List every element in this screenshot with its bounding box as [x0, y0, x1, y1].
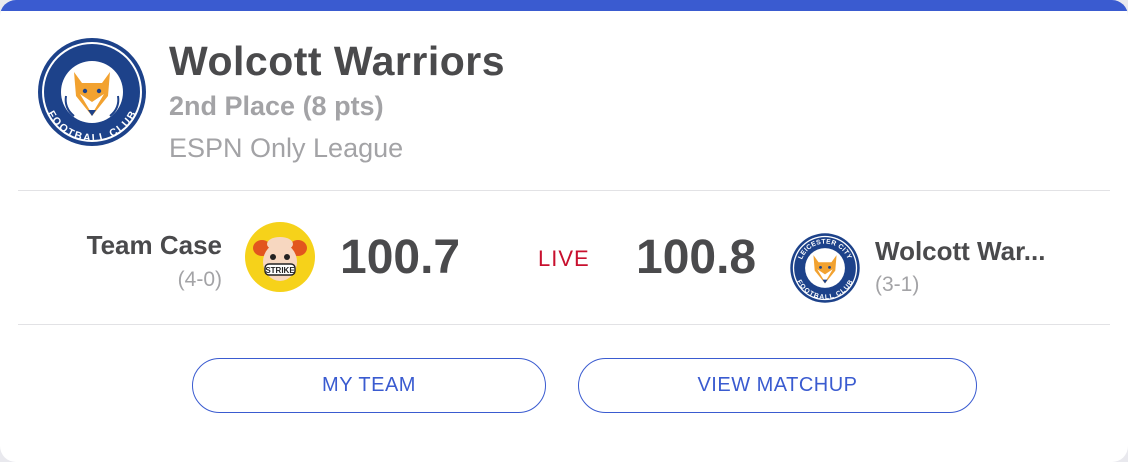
away-team-score: 100.7 — [340, 231, 461, 284]
home-team-score: 100.8 — [636, 231, 757, 284]
clown-strike-avatar-icon: STRIKE — [245, 222, 315, 292]
away-team-name: Team Case — [86, 230, 222, 260]
live-status: LIVE — [538, 246, 590, 271]
league-name[interactable]: ESPN Only League — [169, 133, 403, 164]
team-title: Wolcott Warriors — [169, 38, 506, 84]
crest-text-top: LEICESTER CITY — [36, 36, 129, 39]
my-team-button[interactable]: MY TEAM — [192, 358, 546, 413]
accent-bar — [0, 0, 1128, 11]
divider — [18, 324, 1110, 325]
away-team-record: (4-0) — [177, 268, 222, 291]
home-team-record: (3-1) — [875, 273, 920, 296]
svg-text:STRIKE: STRIKE — [265, 266, 295, 275]
divider — [18, 190, 1110, 191]
league-team-card: LEICESTER CITY FOOTBALL CLUB Wolcott War… — [0, 0, 1128, 462]
leicester-city-crest-icon: LEICESTER CITY FOOTBALL CLUB — [36, 36, 146, 146]
view-matchup-button[interactable]: VIEW MATCHUP — [578, 358, 977, 413]
home-team-name: Wolcott War... — [875, 236, 1046, 266]
leicester-city-crest-icon: LEICESTER CITY FOOTBALL CLUB — [790, 233, 860, 303]
team-standing: 2nd Place (8 pts) — [169, 91, 384, 121]
